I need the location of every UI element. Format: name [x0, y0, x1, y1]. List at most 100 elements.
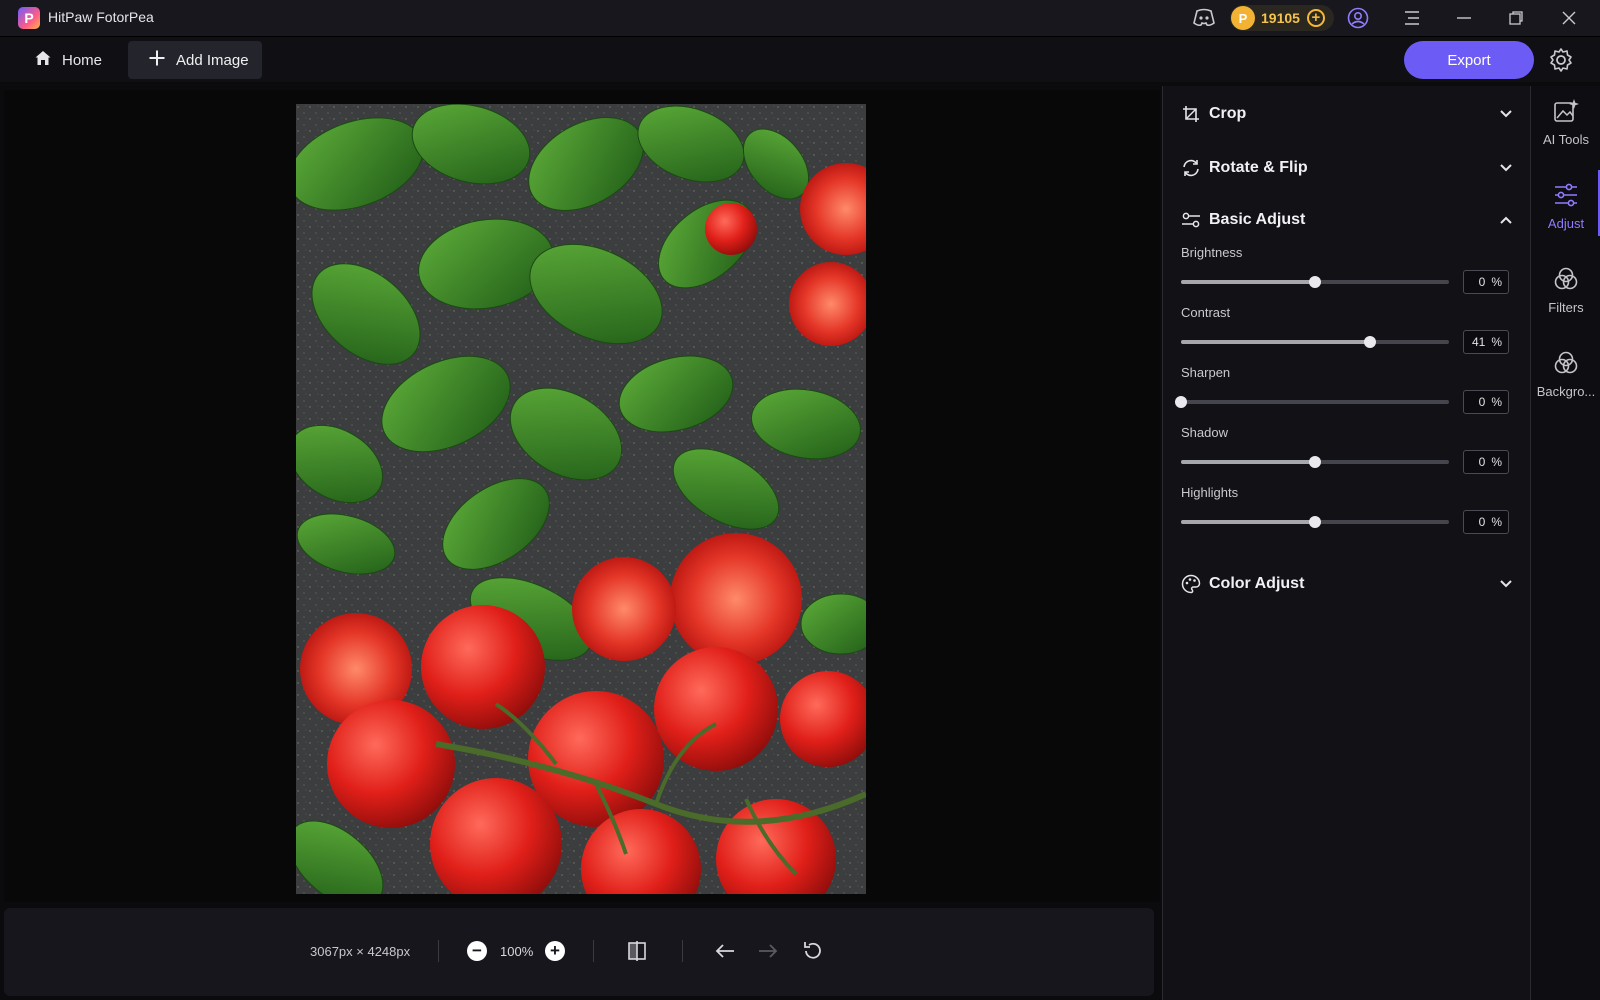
zoom-out-button[interactable]: − [467, 941, 487, 961]
toolbar: Home Add Image Export [0, 36, 1600, 82]
reset-icon[interactable] [800, 938, 826, 964]
rail-label: AI Tools [1542, 132, 1589, 147]
value-input[interactable]: 0% [1463, 510, 1509, 534]
chevron-up-icon [1497, 211, 1515, 229]
value-input[interactable]: 41% [1463, 330, 1509, 354]
discord-icon[interactable] [1192, 6, 1216, 30]
slider-fill [1181, 460, 1315, 464]
adjust-panel: Crop Rotate & Flip Basic Adjust Brightne… [1162, 86, 1530, 1000]
rotate-flip-section-header[interactable]: Rotate & Flip [1181, 156, 1515, 180]
slider-unit: % [1491, 395, 1502, 409]
value-input[interactable]: 0% [1463, 270, 1509, 294]
close-icon[interactable] [1557, 6, 1581, 30]
slider-fill [1181, 520, 1315, 524]
edited-photo[interactable] [296, 104, 866, 894]
slider-track[interactable] [1181, 456, 1449, 468]
slider-value: 0 [1478, 455, 1486, 469]
slider-fill [1181, 340, 1370, 344]
image-dimensions: 3067px × 4248px [310, 944, 411, 959]
slider-value: 0 [1478, 275, 1486, 289]
app-logo: P [18, 7, 40, 29]
account-icon[interactable] [1346, 6, 1370, 30]
home-icon [34, 49, 52, 71]
rail-label: Backgro... [1536, 384, 1596, 399]
export-button[interactable]: Export [1404, 41, 1534, 79]
slider-unit: % [1491, 455, 1502, 469]
chevron-down-icon [1497, 159, 1515, 177]
slider-label: Brightness [1181, 245, 1243, 260]
slider-track[interactable] [1181, 336, 1449, 348]
slider-track[interactable] [1181, 276, 1449, 288]
bottom-bar: 3067px × 4248px − 100% + [4, 908, 1154, 996]
settings-gear-icon[interactable] [1548, 47, 1574, 73]
slider-thumb[interactable] [1309, 276, 1321, 288]
slider-unit: % [1491, 275, 1502, 289]
color-adjust-section-header[interactable]: Color Adjust [1181, 572, 1515, 596]
slider-track[interactable] [1181, 516, 1449, 528]
divider [593, 940, 594, 962]
filters-icon [1551, 264, 1581, 294]
color-adjust-label: Color Adjust [1209, 575, 1305, 592]
slider-value: 0 [1478, 395, 1486, 409]
sliders-icon [1181, 210, 1201, 230]
chevron-down-icon [1497, 575, 1515, 593]
crop-label: Crop [1209, 105, 1247, 122]
slider-thumb[interactable] [1363, 336, 1376, 348]
coin-count: 19105 [1261, 10, 1300, 26]
rail-label: Adjust [1547, 216, 1585, 231]
zoom-level: 100% [500, 944, 534, 959]
tool-rail: AI Tools Adjust Filters Backgro... [1530, 86, 1600, 1000]
add-image-label: Add Image [176, 51, 249, 69]
palette-icon [1181, 574, 1201, 594]
rail-item-adjust[interactable]: Adjust [1531, 170, 1600, 242]
slider-value: 0 [1478, 515, 1486, 529]
slider-thumb[interactable] [1175, 396, 1187, 408]
rail-item-background[interactable]: Backgro... [1531, 338, 1600, 410]
add-image-button[interactable]: Add Image [128, 41, 262, 79]
basic-adjust-label: Basic Adjust [1209, 211, 1306, 228]
restore-icon[interactable] [1504, 6, 1528, 30]
rail-label: Filters [1548, 300, 1584, 315]
menu-icon[interactable] [1400, 6, 1424, 30]
background-icon [1551, 348, 1581, 378]
divider [682, 940, 683, 962]
divider [438, 940, 439, 962]
compare-icon[interactable] [624, 938, 650, 964]
basic-adjust-section-header[interactable]: Basic Adjust [1181, 208, 1515, 232]
adjust-icon [1551, 180, 1581, 210]
rotate-icon [1181, 158, 1201, 178]
slider-thumb[interactable] [1309, 456, 1321, 468]
slider-track[interactable] [1175, 396, 1449, 408]
home-button[interactable]: Home [22, 41, 122, 79]
ai-tools-icon [1551, 96, 1581, 126]
zoom-in-button[interactable]: + [545, 941, 565, 961]
coin-balance[interactable]: P 19105 + [1230, 5, 1334, 31]
slider-unit: % [1491, 515, 1502, 529]
slider-label: Shadow [1181, 425, 1228, 440]
rail-item-ai-tools[interactable]: AI Tools [1531, 86, 1600, 158]
slider-thumb[interactable] [1309, 516, 1321, 528]
home-label: Home [62, 51, 103, 69]
coin-icon: P [1231, 6, 1255, 30]
slider-fill [1181, 280, 1315, 284]
plus-icon [148, 49, 166, 71]
slider-unit: % [1491, 335, 1502, 349]
slider-label: Sharpen [1181, 365, 1231, 380]
undo-arrow-icon[interactable] [712, 938, 738, 964]
crop-icon [1181, 104, 1201, 124]
title-bar: P HitPaw FotorPea P 19105 + [0, 0, 1600, 36]
add-coins-icon[interactable]: + [1306, 9, 1325, 27]
value-input[interactable]: 0% [1463, 390, 1509, 414]
slider-value: 41 [1471, 335, 1486, 349]
rail-item-filters[interactable]: Filters [1531, 254, 1600, 326]
slider-label: Contrast [1181, 305, 1231, 320]
value-input[interactable]: 0% [1463, 450, 1509, 474]
chevron-down-icon [1497, 105, 1515, 123]
rotate-flip-label: Rotate & Flip [1209, 159, 1308, 176]
minimize-icon[interactable] [1452, 6, 1476, 30]
crop-section-header[interactable]: Crop [1181, 102, 1515, 126]
canvas-area [4, 90, 1160, 902]
slider-label: Highlights [1181, 485, 1239, 500]
app-title: HitPaw FotorPea [48, 9, 154, 25]
redo-arrow-icon[interactable] [755, 938, 781, 964]
